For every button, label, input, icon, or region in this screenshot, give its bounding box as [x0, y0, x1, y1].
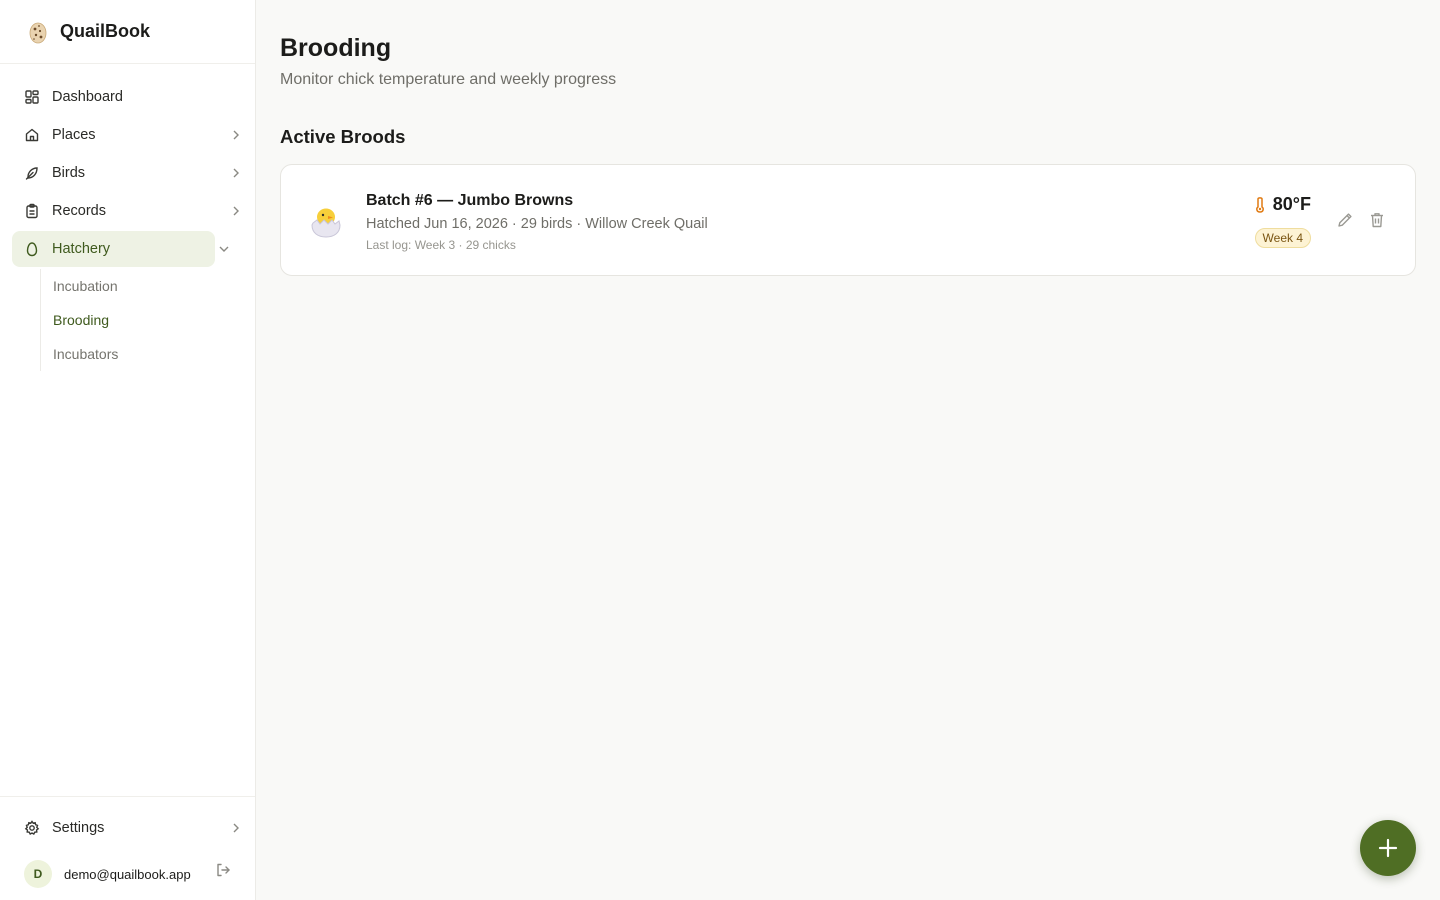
sidebar-subitem-incubation[interactable]: Incubation — [41, 269, 243, 303]
brood-meta: Hatched Jun 16, 2026 · 29 birds · Willow… — [366, 216, 708, 232]
sidebar-item-label: Dashboard — [52, 89, 123, 105]
sidebar-subitem-incubators[interactable]: Incubators — [41, 337, 243, 371]
gear-icon — [24, 820, 40, 835]
logout-icon[interactable] — [215, 862, 231, 878]
avatar: D — [24, 860, 52, 888]
chevron-right-icon — [233, 168, 239, 178]
chevron-down-icon — [219, 246, 229, 252]
brood-temperature: 80°F — [1253, 194, 1311, 215]
brood-details: Batch #6 — Jumbo Browns Hatched Jun 16, … — [366, 192, 708, 252]
temperature-value: 80°F — [1272, 194, 1311, 214]
sidebar-footer: Settings D demo@quailbook.app — [0, 796, 255, 900]
main-nav: Dashboard Places Birds Records Hatchery … — [0, 64, 255, 371]
sidebar-item-label: Settings — [52, 820, 105, 836]
user-email: demo@quailbook.app — [64, 866, 191, 882]
sidebar-item-birds[interactable]: Birds — [12, 155, 239, 191]
section-title: Active Broods — [280, 126, 406, 147]
trash-icon[interactable] — [1368, 211, 1386, 229]
sidebar: QuailBook Dashboard Places Birds Records… — [0, 0, 256, 900]
clipboard-icon — [26, 203, 38, 219]
egg-icon — [26, 242, 38, 257]
dashboard-grid-icon — [25, 90, 39, 104]
sidebar-item-label: Birds — [52, 165, 86, 181]
page-subtitle: Monitor chick temperature and weekly pro… — [280, 71, 617, 88]
app-name: QuailBook — [60, 21, 151, 41]
brood-card[interactable]: Batch #6 — Jumbo Browns Hatched Jun 16, … — [280, 164, 1416, 276]
feather-icon — [25, 167, 38, 180]
sidebar-item-label: Records — [52, 203, 106, 219]
user-profile[interactable]: D demo@quailbook.app — [12, 854, 243, 894]
sidebar-item-records[interactable]: Records — [12, 193, 239, 229]
home-icon — [25, 128, 39, 142]
hatching-chick-icon — [311, 208, 341, 238]
week-badge: Week 4 — [1254, 228, 1311, 248]
sidebar-item-places[interactable]: Places — [12, 117, 239, 153]
add-brood-button[interactable] — [1360, 820, 1416, 876]
edit-pencil-icon[interactable] — [1336, 211, 1354, 229]
brood-last-log: Last log: Week 3 · 29 chicks — [366, 238, 516, 252]
sidebar-item-label: Hatchery — [52, 241, 111, 257]
chevron-right-icon — [233, 823, 239, 833]
sidebar-subitem-brooding[interactable]: Brooding — [41, 303, 243, 337]
sidebar-item-settings[interactable]: Settings — [12, 810, 239, 846]
sidebar-item-label: Places — [52, 127, 96, 143]
plus-icon — [1378, 838, 1398, 858]
sidebar-item-hatchery[interactable]: Hatchery — [12, 231, 229, 267]
brood-title: Batch #6 — Jumbo Browns — [366, 192, 574, 209]
chevron-right-icon — [233, 206, 239, 216]
hatchery-subnav: Incubation Brooding Incubators — [40, 269, 243, 371]
sidebar-item-dashboard[interactable]: Dashboard — [12, 79, 238, 115]
brand[interactable]: QuailBook — [0, 0, 255, 64]
quail-egg-logo-icon — [29, 22, 47, 43]
chevron-right-icon — [233, 130, 239, 140]
thermometer-icon — [1255, 196, 1264, 213]
main-content: Brooding Monitor chick temperature and w… — [280, 0, 1416, 276]
page-title: Brooding — [280, 34, 392, 62]
